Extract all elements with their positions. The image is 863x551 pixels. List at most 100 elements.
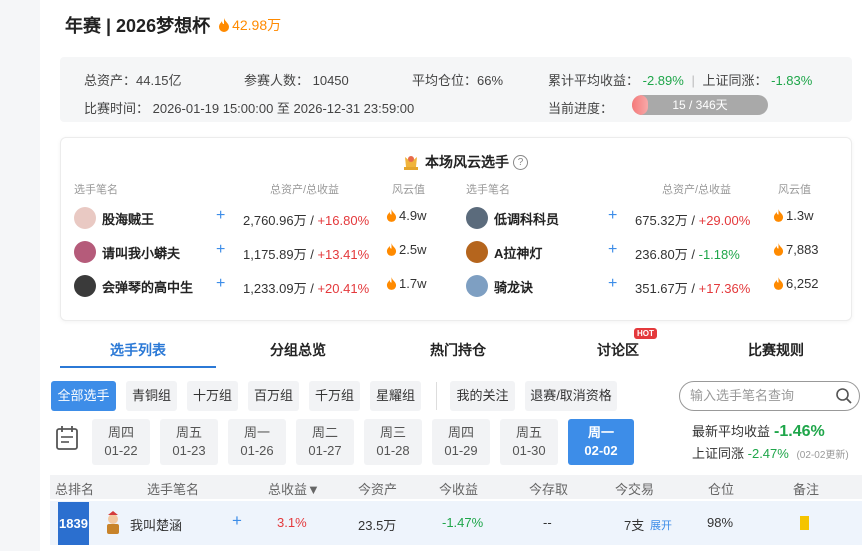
today-assets: 23.5万 [358,518,397,533]
player-avatar [102,511,124,538]
th-today-return[interactable]: 今收益 [439,479,478,498]
heat-indicator: 42.98万 [218,15,281,35]
date-value: 01-29 [444,443,478,458]
avg-return-label: 累计平均收益： [548,73,640,88]
star-return: +13.41% [317,247,370,262]
tab-player-list[interactable]: 选手列表 [60,336,216,368]
avatar [466,207,488,229]
follow-plus-button[interactable]: + [608,241,617,259]
star-player-name[interactable]: 低调科科员 [494,209,559,228]
th-total-return[interactable]: 总收益▼ [268,479,320,498]
date-value: 02-02 [584,443,618,458]
col-head-assets: 总资产/总收益 [270,184,340,196]
filter-all[interactable]: 全部选手 [51,381,116,411]
date-button[interactable]: 周一 01-26 [228,419,286,465]
follow-plus-button[interactable]: + [216,207,225,225]
th-rank[interactable]: 总排名 [55,479,94,498]
star-player-name[interactable]: 请叫我小蟒夫 [102,243,180,262]
star-assets: 1,175.89万 / +13.41% [243,244,369,263]
star-fyz-value: 2.5w [399,242,427,257]
tab-rules[interactable]: 比赛规则 [700,336,852,368]
follow-plus-button[interactable]: + [216,241,225,259]
filter-star[interactable]: 星耀组 [370,381,421,411]
star-player[interactable]: 请叫我小蟒夫 [74,239,180,265]
table-row[interactable]: 1839 我叫楚涵 + 3.1% 23.5万 -1.47% -- 7支 展开 9… [50,501,862,545]
warrior-avatar-icon [107,511,119,534]
stars-title-text: 本场风云选手 [425,154,509,170]
star-player-name[interactable]: 会弹琴的高中生 [102,277,193,296]
star-assets-value: 2,760.96万 / [243,213,318,228]
follow-plus-button[interactable]: + [216,275,225,293]
update-note: (02-02更新) [796,450,849,461]
note-bar [800,516,809,530]
avatar [466,241,488,263]
position-value: 98% [707,515,734,530]
help-icon[interactable]: ? [513,154,528,170]
date-button[interactable]: 周三 01-28 [364,419,422,465]
th-today-trades: 今交易 [615,482,655,497]
stars-card: 本场风云选手 ? 选手笔名 总资产/总收益 风云值 选手笔名 总资产/总收益 风… [60,137,852,321]
filter-withdrawn[interactable]: 退赛/取消资格 [525,381,617,411]
star-player-name[interactable]: 股海贼王 [102,209,154,228]
date-button[interactable]: 周四 01-22 [92,419,150,465]
header: 年赛 | 2026梦想杯 42.98万 [65,12,281,38]
star-player[interactable]: 会弹琴的高中生 [74,273,193,299]
star-assets-value: 1,233.09万 / [243,281,318,296]
star-fyz: 6,252 [773,276,819,291]
avatar [466,275,488,297]
flame-icon [219,18,230,32]
th-today-assets[interactable]: 今资产 [358,479,397,498]
star-fyz: 7,883 [773,242,819,257]
date-button[interactable]: 周五 01-23 [160,419,218,465]
date-button[interactable]: 周二 01-27 [296,419,354,465]
filter-10m[interactable]: 千万组 [309,381,360,411]
col-head-fyz: 风云值 [392,184,425,196]
date-weekday: 周五 [515,425,542,440]
tab-hot-holdings[interactable]: 热门持仓 [380,336,536,368]
star-player-name[interactable]: 骑龙诀 [494,277,533,296]
date-value: 01-23 [172,443,206,458]
date-weekday: 周二 [311,425,338,440]
page: 年赛 | 2026梦想杯 42.98万 总资产：44.15亿 参赛人数： 104… [40,0,863,551]
progress-text: 15 / 346天 [672,98,728,112]
star-player[interactable]: 低调科科员 [466,205,559,231]
filter-following[interactable]: 我的关注 [450,381,515,411]
total-return: 3.1% [277,515,307,530]
star-return: +17.36% [698,281,751,296]
date-button[interactable]: 周一 02-02 [568,419,634,465]
star-assets-value: 675.32万 / [635,213,699,228]
tab-discussion[interactable]: 讨论区 HOT [540,328,696,368]
player-name[interactable]: 我叫楚涵 [130,515,182,534]
star-assets-value: 351.67万 / [635,281,699,296]
star-player-name[interactable]: A拉神灯 [494,243,542,262]
date-button[interactable]: 周五 01-30 [500,419,558,465]
follow-plus-button[interactable]: + [608,207,617,225]
search-icon[interactable] [835,387,853,405]
date-value: 01-30 [512,443,546,458]
date-value: 01-27 [308,443,342,458]
filter-1m[interactable]: 百万组 [248,381,299,411]
follow-plus-button[interactable]: + [608,275,617,293]
calendar-icon[interactable] [55,425,79,451]
follow-button[interactable]: + [232,511,242,531]
star-fyz: 4.9w [386,208,426,223]
star-player[interactable]: A拉神灯 [466,239,542,265]
star-fyz: 1.3w [773,208,813,223]
star-player[interactable]: 骑龙诀 [466,273,533,299]
tab-discussion-label: 讨论区 [597,342,639,358]
search-input[interactable]: 输入选手笔名查询 [679,381,860,411]
star-player[interactable]: 股海贼王 [74,205,154,231]
star-assets: 236.80万 / -1.18% [635,244,740,263]
participants: 参赛人数： 10450 [244,73,349,88]
date-value: 01-26 [240,443,274,458]
flame-icon [386,277,397,290]
avg-position: 平均仓位：66% [412,73,504,88]
tab-group-overview[interactable]: 分组总览 [220,336,376,368]
sh-index-change: 上证同涨 -2.47% (02-02更新) [692,443,849,462]
filter-100k[interactable]: 十万组 [187,381,238,411]
expand-link[interactable]: 展开 [650,517,672,533]
filter-bronze[interactable]: 青铜组 [126,381,177,411]
col-head-fyz-right: 风云值 [778,184,811,196]
col-head-name-right: 选手笔名 [466,184,510,196]
date-button[interactable]: 周四 01-29 [432,419,490,465]
